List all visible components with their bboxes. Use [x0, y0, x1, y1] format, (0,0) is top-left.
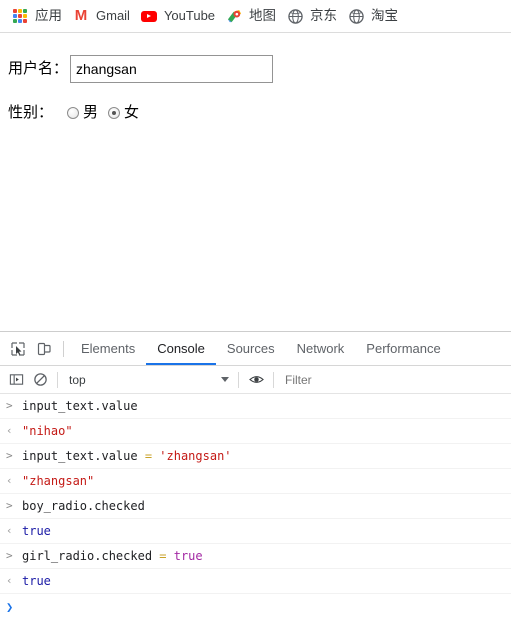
radio-label-male: 男 [83, 104, 99, 121]
console-input-marker: > [6, 549, 13, 562]
gmail-icon: M [74, 7, 88, 24]
clear-console-icon[interactable] [28, 368, 52, 392]
bookmark-gmail[interactable]: M Gmail [69, 4, 137, 28]
console-input-row[interactable]: > input_text.value = 'zhangsan' [0, 444, 511, 469]
console-result: true [22, 524, 51, 538]
console-filter-input[interactable] [279, 372, 511, 387]
google-maps-icon [226, 8, 242, 24]
bookmark-taobao[interactable]: 淘宝 [344, 4, 405, 28]
username-input[interactable] [70, 55, 274, 83]
console-string-literal: 'zhangsan' [159, 449, 232, 463]
gender-option-female[interactable]: 女 [108, 104, 139, 122]
bookmark-label: 地图 [249, 8, 277, 23]
bookmark-label: 应用 [35, 8, 62, 23]
tab-label: Sources [226, 341, 275, 356]
tab-label: Network [296, 341, 345, 356]
youtube-icon [140, 8, 157, 24]
console-expression: girl_radio.checked [22, 549, 160, 563]
console-result: "nihao" [22, 424, 73, 438]
console-output-row: ‹ true [0, 519, 511, 544]
toolbar-divider [238, 371, 239, 388]
tab-performance[interactable]: Performance [355, 332, 451, 365]
console-input-marker: > [6, 399, 13, 412]
tab-sources[interactable]: Sources [216, 332, 286, 365]
console-output-marker: ‹ [6, 574, 13, 587]
globe-icon [287, 8, 303, 24]
bookmark-label: 淘宝 [371, 8, 399, 23]
radio-button-female[interactable] [108, 107, 121, 119]
console-input-row[interactable]: > boy_radio.checked [0, 494, 511, 519]
console-prompt-row[interactable]: ❯ [0, 594, 511, 619]
console-keyword: true [173, 549, 203, 563]
page-content: 用户名： 性别： 男 女 [0, 33, 511, 331]
bookmarks-bar: 应用 M Gmail YouTube 地图 京东 淘宝 [0, 0, 511, 33]
execution-context-value: top [69, 372, 86, 387]
console-input-marker: > [6, 449, 13, 462]
console-result: "zhangsan" [22, 474, 95, 488]
bookmark-apps[interactable]: 应用 [8, 4, 69, 28]
bookmark-youtube[interactable]: YouTube [137, 4, 222, 28]
console-prompt-icon: ❯ [6, 599, 14, 614]
console-operator: = [159, 549, 174, 563]
console-log: > input_text.value ‹ "nihao" > input_tex… [0, 394, 511, 640]
console-expression: boy_radio.checked [22, 499, 145, 513]
bookmark-jd[interactable]: 京东 [283, 4, 344, 28]
tab-label: Console [157, 341, 205, 356]
tab-label: Performance [366, 341, 441, 356]
radio-label-female: 女 [124, 104, 140, 121]
console-sidebar-icon[interactable] [4, 368, 28, 392]
tab-console[interactable]: Console [146, 332, 216, 365]
tab-elements[interactable]: Elements [70, 332, 146, 365]
toolbar-divider [63, 340, 64, 357]
console-output-marker: ‹ [6, 474, 13, 487]
gender-radio-group: 男 女 [67, 104, 139, 122]
console-input-marker: > [6, 499, 13, 512]
username-row: 用户名： [8, 55, 511, 83]
console-output-row: ‹ true [0, 569, 511, 594]
console-output-row: ‹ "zhangsan" [0, 469, 511, 494]
execution-context-select[interactable]: top [63, 370, 233, 390]
console-output-marker: ‹ [6, 424, 13, 437]
live-expression-eye-icon[interactable] [244, 368, 268, 392]
console-expression: input_text.value [22, 449, 145, 463]
inspect-element-icon[interactable] [5, 336, 31, 362]
bookmark-label: 京东 [310, 8, 338, 23]
device-toolbar-icon[interactable] [31, 336, 57, 362]
gender-row: 性别： 男 女 [8, 103, 511, 123]
toolbar-divider [273, 371, 274, 388]
globe-icon [348, 8, 364, 24]
bookmark-label: YouTube [163, 8, 216, 23]
console-output-row: ‹ "nihao" [0, 419, 511, 444]
console-toolbar: top [0, 366, 511, 394]
devtools-panel: Elements Console Sources Network Perform… [0, 331, 511, 640]
gender-option-male[interactable]: 男 [67, 104, 98, 122]
radio-button-male[interactable] [67, 107, 80, 119]
apps-grid-icon [12, 8, 28, 24]
console-result: true [22, 574, 51, 588]
console-expression: input_text.value [22, 399, 138, 413]
gender-label: 性别： [8, 104, 54, 121]
console-operator: = [144, 449, 160, 463]
tab-network[interactable]: Network [286, 332, 356, 365]
console-input-row[interactable]: > input_text.value [0, 394, 511, 419]
tab-label: Elements [81, 341, 136, 356]
console-output-marker: ‹ [6, 524, 13, 537]
bookmark-maps[interactable]: 地图 [222, 4, 283, 28]
bookmark-label: Gmail [96, 8, 130, 23]
toolbar-divider [57, 371, 58, 388]
username-label: 用户名： [8, 60, 69, 77]
devtools-tabbar: Elements Console Sources Network Perform… [0, 332, 511, 366]
chevron-down-icon [221, 377, 229, 382]
console-input-row[interactable]: > girl_radio.checked = true [0, 544, 511, 569]
